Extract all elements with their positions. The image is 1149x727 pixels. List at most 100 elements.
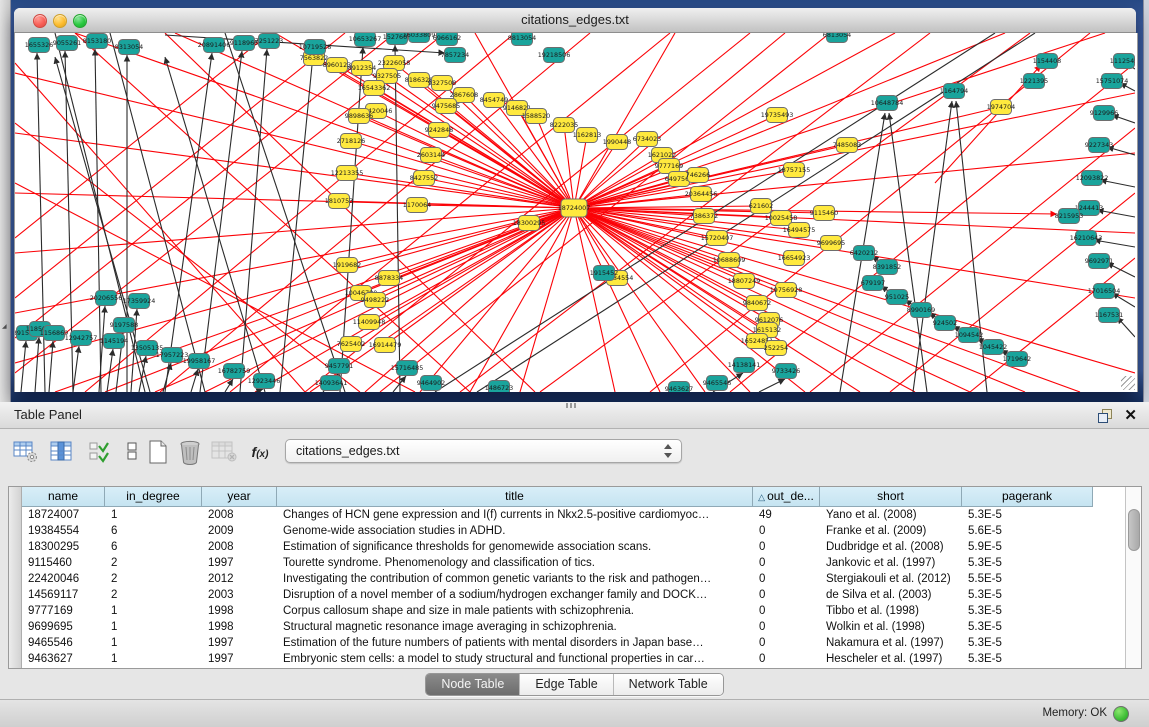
graph-node-label: 15720407 [701,234,734,242]
table-cell: Estimation of significance thresholds fo… [277,539,753,555]
graph-node-label: 14138141 [728,361,761,369]
graph-node-label: 1162813 [573,131,601,139]
graph-node-label: 1621022 [648,151,676,159]
table-row[interactable]: 946362711997Embryonic stem cells: a mode… [22,651,1093,667]
graph-node-label: 9898636 [345,112,373,120]
column-header-pagerank[interactable]: pagerank [962,487,1093,507]
collapsed-left-panel[interactable]: ◢ [0,0,11,402]
column-header-name[interactable]: name [22,487,105,507]
table-cell: 5.3E-5 [962,507,1093,523]
table-row[interactable]: 977716911998Corpus callosum shape and si… [22,603,1093,619]
column-header-year[interactable]: year [202,487,277,507]
graph-node-label: 8391852 [873,263,901,271]
graph-node-label: 6966162 [433,34,461,42]
table-cell: Stergiakouli et al. (2012) [820,571,962,587]
scrollbar-thumb[interactable] [1128,509,1140,551]
table-cell: 0 [753,635,820,651]
table-cell: 9115460 [22,555,105,571]
graph-node-label: 12093822 [1076,174,1109,182]
select-rows-checks-button[interactable] [86,439,114,465]
table-row[interactable]: 2242004622012Investigating the contribut… [22,571,1093,587]
function-builder-button[interactable]: f(x) [246,439,274,465]
graph-node-label: 9699695 [817,239,845,247]
table-vertical-scrollbar[interactable] [1125,487,1141,668]
table-cell: 1997 [202,555,277,571]
attribute-table: namein_degreeyeartitle△out_de...shortpag… [8,486,1142,669]
network-graph[interactable]: 1872400775638228960123891235423226058932… [15,33,1135,392]
select-columns-button[interactable] [48,439,76,465]
tab-node-table[interactable]: Node Table [426,674,520,695]
delete-column-button-disabled [210,439,238,465]
graph-node-label: 10025458 [765,214,798,222]
graph-node-label: 16210643 [1070,234,1103,242]
table-cell: 6 [105,539,202,555]
graph-node-label: 1486723 [485,384,513,392]
table-settings-button[interactable] [12,439,40,465]
row-height-button[interactable] [118,439,146,465]
table-row[interactable]: 1872400712008Changes of HCN gene express… [22,507,1093,523]
graph-node-label: 18300295 [513,219,546,227]
float-panel-icon[interactable] [1098,409,1112,422]
table-panel: Table Panel ✕ f(x) citat [0,402,1149,727]
table-cell: Wolkin et al. (1998) [820,619,962,635]
table-cell: Nakamura et al. (1997) [820,635,962,651]
table-source-combobox[interactable]: citations_edges.txt [285,439,682,463]
table-row[interactable]: 969969511998Structural magnetic resonanc… [22,619,1093,635]
table-cell: 1997 [202,635,277,651]
table-row[interactable]: 1830029562008Estimation of significance … [22,539,1093,555]
network-view-canvas[interactable]: 1872400775638228960123891235423226058932… [14,33,1138,392]
window-resize-grip[interactable] [1121,376,1135,390]
graph-node-label: 746266 [686,171,710,179]
tab-edge-table[interactable]: Edge Table [520,674,613,695]
graph-node-label: 8215953 [1055,212,1083,220]
graph-node-label: 18757155 [778,166,811,174]
table-cell: 9777169 [22,603,105,619]
table-cell: 0 [753,587,820,603]
table-cell: Disruption of a novel member of a sodium… [277,587,753,603]
network-window: citations_edges.txt 18724007756382289601… [14,8,1136,392]
table-cell: 6 [105,523,202,539]
table-cell: 5.3E-5 [962,603,1093,619]
graph-node-label: 1170064 [403,201,431,209]
table-cell: 1 [105,635,202,651]
graph-node-label: 12923446 [248,377,281,385]
graph-node-label: 10719528 [299,43,332,51]
table-row[interactable]: 911546021997Tourette syndrome. Phenomeno… [22,555,1093,571]
graph-node-label: 15751074 [1096,77,1129,85]
graph-node-label: 1915452 [590,269,618,277]
delete-table-trash-button[interactable] [176,439,204,465]
network-window-titlebar[interactable]: citations_edges.txt [14,8,1136,33]
graph-node-label: 16782759 [218,367,251,375]
column-header-out_de[interactable]: △out_de... [753,487,820,507]
graph-node-label: 1919682 [333,261,361,269]
table-tabs-row: Node TableEdge TableNetwork Table [0,673,1149,697]
graph-node-label: 19735493 [761,111,794,119]
splitter-grip-icon[interactable] [566,403,576,408]
graph-node-label: 9463627 [665,385,693,392]
graph-node-label: 12942757 [65,334,98,342]
graph-node-label: 9777169 [655,162,683,170]
table-cell: Dudbridge et al. (2008) [820,539,962,555]
column-header-in_degree[interactable]: in_degree [105,487,202,507]
table-row[interactable]: 1938455462009Genome-wide association stu… [22,523,1093,539]
tab-network-table[interactable]: Network Table [614,674,723,695]
table-cell: 5.9E-5 [962,539,1093,555]
column-header-short[interactable]: short [820,487,962,507]
memory-ok-indicator[interactable] [1113,706,1129,722]
column-header-title[interactable]: title [277,487,753,507]
collapsed-right-panel[interactable] [1143,0,1149,402]
close-panel-icon[interactable]: ✕ [1124,408,1137,423]
graph-node-label: 9498222 [361,296,389,304]
graph-node-label: 8990169 [907,306,935,314]
graph-node-label: 8813054 [508,34,536,42]
table-cell: 9699695 [22,619,105,635]
new-table-icon-button[interactable] [144,439,172,465]
graph-node-label: 9840672 [743,299,771,307]
table-cell: Tibbo et al. (1998) [820,603,962,619]
table-row[interactable]: 1456911722003Disruption of a novel membe… [22,587,1093,603]
graph-node-label: 16033809 [403,33,436,39]
table-cell: 1 [105,619,202,635]
window-title: citations_edges.txt [14,8,1136,32]
table-row[interactable]: 946554611997Estimation of the future num… [22,635,1093,651]
graph-node-label: 8878334 [375,274,403,282]
